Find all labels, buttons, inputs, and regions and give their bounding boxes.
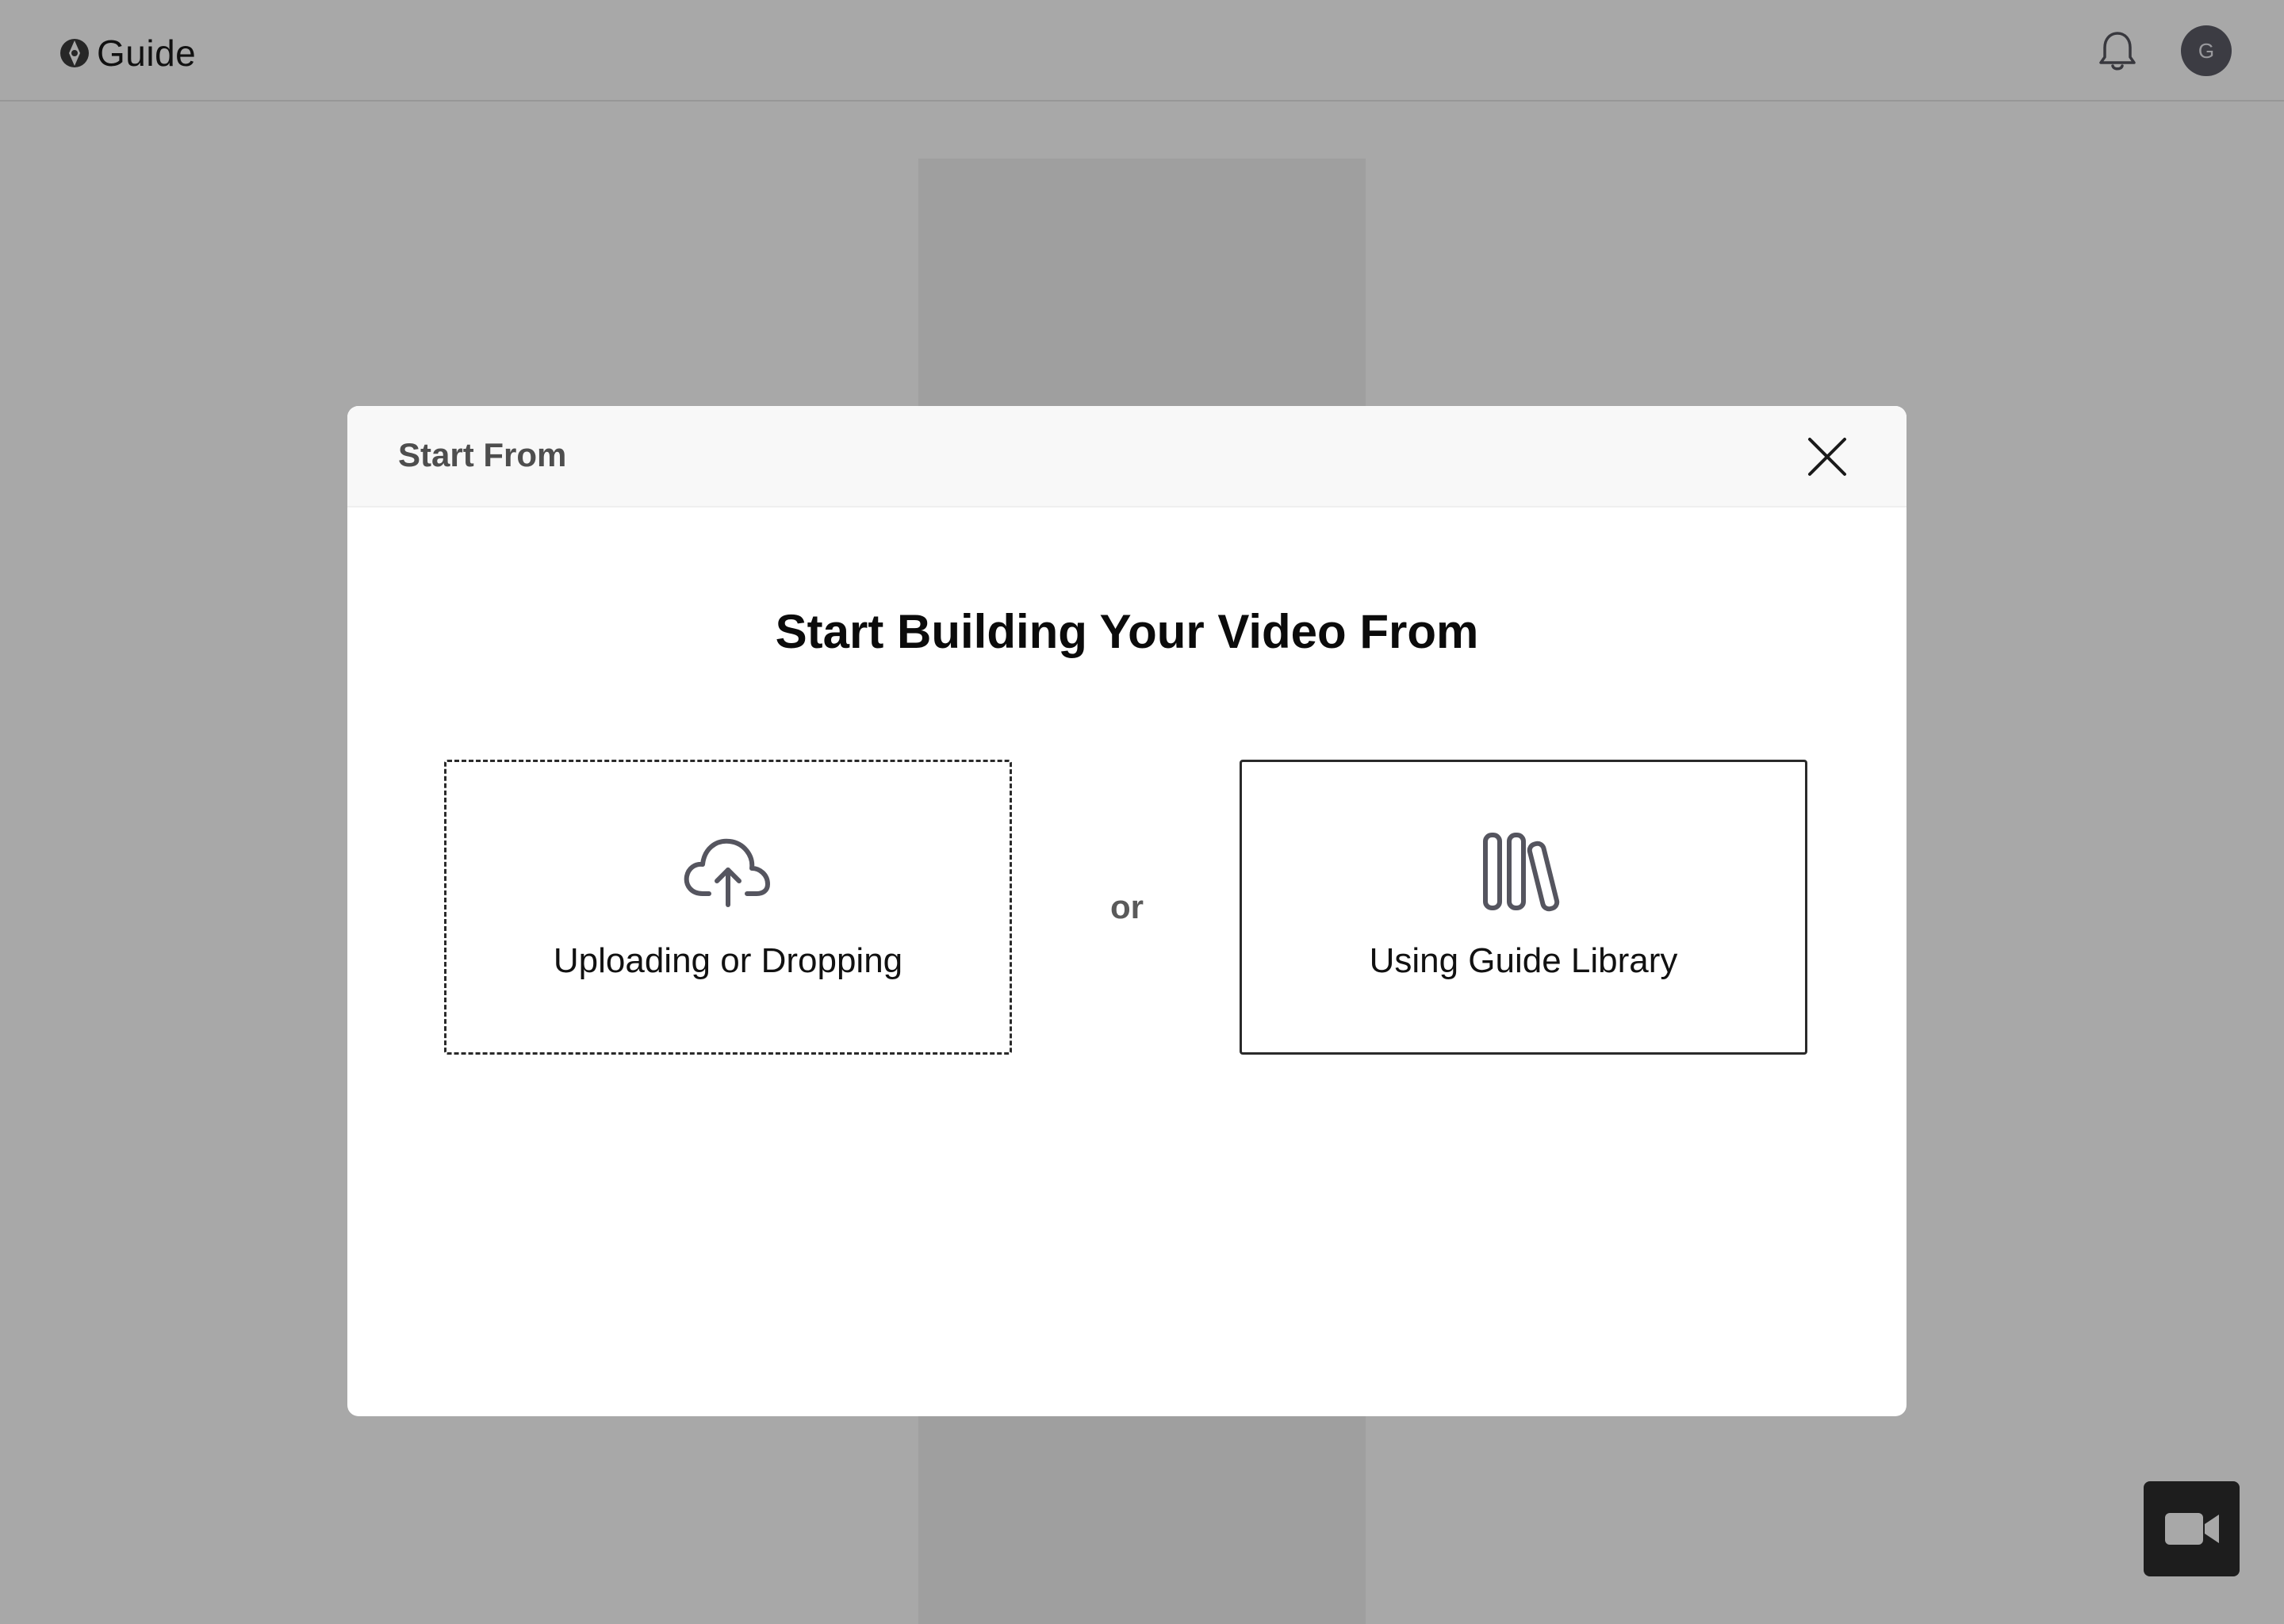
close-icon[interactable] <box>1805 435 1849 479</box>
dialog-heading: Start Building Your Video From <box>775 605 1479 658</box>
library-option-label: Using Guide Library <box>1369 941 1678 980</box>
dialog-title: Start From <box>398 436 567 473</box>
library-option[interactable]: Using Guide Library <box>1240 760 1807 1055</box>
upload-option-label: Uploading or Dropping <box>553 941 903 980</box>
library-icon <box>1483 833 1560 912</box>
start-from-dialog: Start From Start Building Your Video Fro… <box>347 406 1907 1416</box>
dialog-header: Start From <box>347 406 1907 508</box>
